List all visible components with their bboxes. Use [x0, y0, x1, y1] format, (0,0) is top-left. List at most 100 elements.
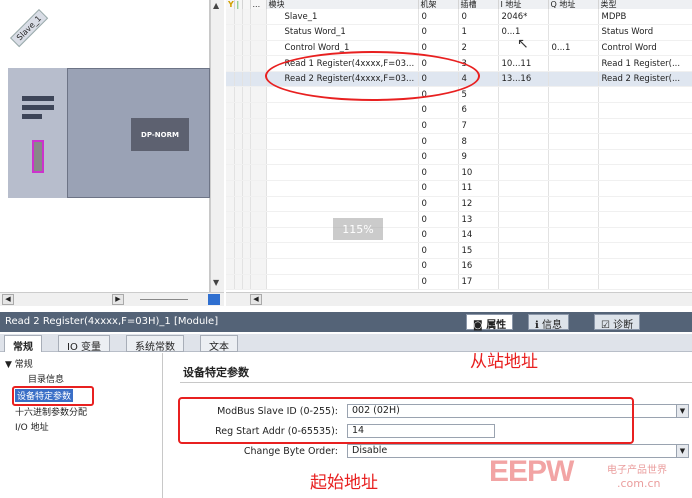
- table-row[interactable]: 0 10: [226, 164, 692, 182]
- cell-rack[interactable]: 0: [418, 24, 459, 41]
- chevron-down-icon[interactable]: ▼: [676, 405, 688, 417]
- tab-diagnostics[interactable]: ☑ 诊断: [594, 314, 641, 331]
- cell-slot[interactable]: 5: [458, 86, 499, 104]
- cell-module[interactable]: Status Word_1: [266, 24, 419, 41]
- cell-i-address[interactable]: [498, 86, 549, 104]
- tab-io-tags[interactable]: IO 变量: [58, 335, 110, 353]
- cell-i-address[interactable]: 10...11: [498, 55, 549, 72]
- cell-type[interactable]: MDPB: [598, 9, 692, 26]
- tab-properties[interactable]: ◙ 属性: [466, 314, 514, 331]
- cell-i-address[interactable]: [498, 102, 549, 119]
- slave-device-label[interactable]: Slave_1: [10, 9, 49, 48]
- cell-rack[interactable]: 0: [418, 102, 459, 119]
- cell-module[interactable]: Slave_1: [266, 9, 419, 26]
- cell-module[interactable]: [266, 180, 419, 197]
- cell-module[interactable]: [266, 196, 419, 213]
- filter-icon[interactable]: Y: [228, 0, 234, 9]
- cell-i-address[interactable]: [498, 196, 549, 213]
- cell-i-address[interactable]: 2046*: [498, 9, 549, 26]
- cell-q-address[interactable]: [548, 196, 599, 213]
- cell-slot[interactable]: 0: [458, 9, 499, 26]
- table-row[interactable]: 09: [226, 149, 692, 166]
- cell-module[interactable]: [266, 164, 419, 182]
- cell-q-address[interactable]: [548, 242, 599, 259]
- tab-texts[interactable]: 文本: [200, 335, 238, 353]
- cell-slot[interactable]: 2: [458, 40, 499, 57]
- cell-i-address[interactable]: 13...16: [498, 71, 549, 88]
- cell-slot[interactable]: 1: [458, 24, 499, 41]
- table-row[interactable]: Control Word_1 0 2 0...1 Control Word: [226, 40, 692, 57]
- dp-port-icon[interactable]: [32, 140, 44, 173]
- tab-system-constants[interactable]: 系统常数: [126, 335, 184, 353]
- scroll-up-icon[interactable]: ▲: [213, 1, 219, 10]
- cell-i-address[interactable]: [498, 180, 549, 197]
- cell-rack[interactable]: 0: [418, 180, 459, 197]
- cell-rack[interactable]: 0: [418, 274, 459, 291]
- cell-slot[interactable]: 12: [458, 196, 499, 213]
- dp-norm-module[interactable]: DP-NORM: [131, 118, 189, 151]
- device-view-hscrollbar[interactable]: ◀ ▶: [0, 292, 224, 306]
- zoom-slider[interactable]: [140, 299, 188, 300]
- cell-i-address[interactable]: [498, 242, 549, 259]
- table-row[interactable]: 08: [226, 133, 692, 150]
- column-header-type[interactable]: 类型: [598, 0, 692, 9]
- cell-rack[interactable]: 0: [418, 118, 459, 135]
- cell-i-address[interactable]: [498, 118, 549, 135]
- cell-q-address[interactable]: [548, 258, 599, 275]
- table-row[interactable]: Slave_1 0 0 2046* MDPB: [226, 9, 692, 26]
- nav-item-hex-params[interactable]: 十六进制参数分配: [15, 405, 87, 418]
- cell-slot[interactable]: 13: [458, 211, 499, 228]
- cell-i-address[interactable]: [498, 211, 549, 228]
- table-row[interactable]: 06: [226, 102, 692, 119]
- scroll-left-icon[interactable]: ◀: [2, 294, 14, 305]
- cell-q-address[interactable]: [548, 118, 599, 135]
- head-module[interactable]: [8, 68, 68, 198]
- table-row[interactable]: 0 16: [226, 258, 692, 275]
- cell-slot[interactable]: 16: [458, 258, 499, 275]
- cell-q-address[interactable]: [548, 9, 599, 26]
- cell-i-address[interactable]: [498, 164, 549, 182]
- cell-slot[interactable]: 7: [458, 118, 499, 135]
- device-view-vscrollbar[interactable]: ▲ ▼: [210, 0, 224, 292]
- cell-type[interactable]: [598, 196, 692, 213]
- nav-item-io-address[interactable]: I/O 地址: [15, 420, 49, 433]
- table-hscrollbar[interactable]: ◀: [226, 292, 692, 306]
- cell-module[interactable]: [266, 133, 419, 150]
- cell-type[interactable]: [598, 102, 692, 119]
- cell-rack[interactable]: 0: [418, 133, 459, 150]
- table-row[interactable]: 0 12: [226, 196, 692, 213]
- nav-item-catalog[interactable]: 目录信息: [28, 372, 64, 385]
- table-row[interactable]: 0 15: [226, 242, 692, 259]
- scroll-left-icon[interactable]: ◀: [250, 294, 262, 305]
- scroll-down-icon[interactable]: ▼: [213, 278, 219, 287]
- cell-type[interactable]: [598, 133, 692, 150]
- cell-q-address[interactable]: [548, 164, 599, 182]
- cell-q-address[interactable]: [548, 133, 599, 150]
- cell-rack[interactable]: 0: [418, 258, 459, 275]
- column-header-slot[interactable]: 插槽: [458, 0, 499, 9]
- cell-i-address[interactable]: [498, 274, 549, 291]
- cell-rack[interactable]: 0: [418, 164, 459, 182]
- expand-icon[interactable]: ▼: [5, 360, 15, 370]
- table-row[interactable]: 0 17: [226, 274, 692, 291]
- cell-rack[interactable]: 0: [418, 227, 459, 244]
- cell-slot[interactable]: 8: [458, 133, 499, 150]
- cell-slot[interactable]: 17: [458, 274, 499, 291]
- cell-q-address[interactable]: [548, 24, 599, 41]
- cell-rack[interactable]: 0: [418, 9, 459, 26]
- cell-type[interactable]: [598, 258, 692, 275]
- cell-type[interactable]: [598, 164, 692, 182]
- cell-slot[interactable]: 11: [458, 180, 499, 197]
- cell-module[interactable]: [266, 149, 419, 166]
- cell-q-address[interactable]: [548, 274, 599, 291]
- table-row[interactable]: 0 11: [226, 180, 692, 197]
- chevron-down-icon[interactable]: ▼: [676, 445, 688, 457]
- cell-type[interactable]: [598, 227, 692, 244]
- cell-i-address[interactable]: [498, 149, 549, 166]
- cell-type[interactable]: Read 2 Register(...: [598, 71, 692, 88]
- cell-type[interactable]: [598, 86, 692, 104]
- cell-type[interactable]: [598, 180, 692, 197]
- cell-module[interactable]: [266, 118, 419, 135]
- overview-icon[interactable]: [208, 294, 220, 305]
- cell-module[interactable]: [266, 242, 419, 259]
